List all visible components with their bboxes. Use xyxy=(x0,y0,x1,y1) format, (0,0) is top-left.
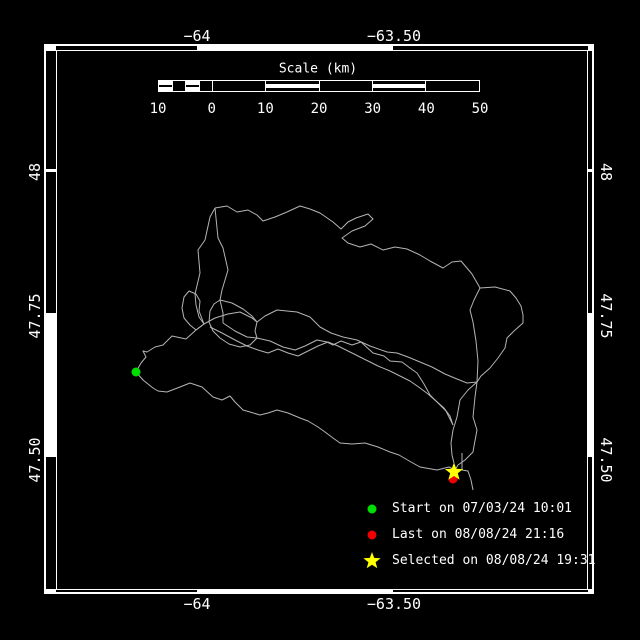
scale-tick-label: 10 xyxy=(257,101,274,117)
scale-bar-divider xyxy=(425,81,426,91)
lat-label-right-4775: 47.75 xyxy=(598,293,614,338)
gps-track-path xyxy=(455,382,477,470)
track-markers xyxy=(132,368,464,484)
start-marker[interactable] xyxy=(132,368,141,377)
scale-bar-divider xyxy=(185,81,186,91)
gps-track-path xyxy=(210,327,453,425)
lon-label-top-6350: −63.50 xyxy=(367,28,421,44)
gps-track-path xyxy=(223,323,453,425)
scale-bar-segment xyxy=(186,81,199,91)
legend-marker-glyph xyxy=(368,505,377,514)
scale-bar-segment xyxy=(199,81,212,91)
map-canvas xyxy=(0,0,640,640)
scale-bar-divider xyxy=(212,81,213,91)
map-plot[interactable]: −64 −63.50 −64 −63.50 48 47.75 47.50 48 … xyxy=(0,0,640,640)
legend-label-last: Last on 08/08/24 21:16 xyxy=(392,527,564,543)
scale-bar-segment xyxy=(372,81,425,91)
scale-bar-tick-labels: 1001020304050 xyxy=(158,101,480,117)
legend-marker-glyph xyxy=(368,531,377,540)
scale-bar-segment xyxy=(212,81,265,91)
scale-tick-label: 10 xyxy=(150,101,167,117)
lat-label-left-48: 48 xyxy=(27,163,43,181)
scale-tick-label: 20 xyxy=(311,101,328,117)
scale-bar-divider xyxy=(265,81,266,91)
scale-bar-title: Scale (km) xyxy=(279,62,357,77)
scale-tick-label: 50 xyxy=(472,101,489,117)
gps-track-path xyxy=(462,453,473,490)
gps-track-path xyxy=(209,300,257,347)
gps-track-path xyxy=(136,372,455,470)
lat-label-right-4750: 47.50 xyxy=(598,437,614,482)
scale-bar xyxy=(158,80,480,92)
scale-tick-label: 30 xyxy=(364,101,381,117)
selected-marker-icon xyxy=(361,550,383,572)
gps-track-path xyxy=(470,288,480,382)
lat-label-left-4750: 47.50 xyxy=(27,437,43,482)
lon-label-top-64: −64 xyxy=(183,28,210,44)
scale-bar-segment xyxy=(426,81,479,91)
scale-bar-segment xyxy=(319,81,372,91)
scale-bar-blocks xyxy=(159,81,479,91)
gps-track-path xyxy=(215,208,228,323)
scale-bar-divider xyxy=(319,81,320,91)
gps-track xyxy=(136,206,523,490)
scale-tick-label: 0 xyxy=(207,101,215,117)
scale-bar-segment xyxy=(159,81,172,91)
lat-label-left-4775: 47.75 xyxy=(27,293,43,338)
scale-bar-segment xyxy=(172,81,185,91)
scale-bar-divider xyxy=(372,81,373,91)
legend-marker-glyph xyxy=(363,552,380,568)
scale-bar-segment xyxy=(266,81,319,91)
legend-label-start: Start on 07/03/24 10:01 xyxy=(392,501,572,517)
lon-label-bottom-64: −64 xyxy=(183,596,210,612)
last-marker-icon xyxy=(361,524,383,546)
scale-bar-divider xyxy=(172,81,173,91)
scale-bar-divider xyxy=(199,81,200,91)
start-marker-icon xyxy=(361,498,383,520)
lat-label-right-48: 48 xyxy=(598,163,614,181)
legend-label-selected: Selected on 08/08/24 19:31 xyxy=(392,553,596,569)
gps-track-path xyxy=(182,291,204,330)
lon-label-bottom-6350: −63.50 xyxy=(367,596,421,612)
scale-tick-label: 40 xyxy=(418,101,435,117)
gps-track-path xyxy=(136,208,215,372)
